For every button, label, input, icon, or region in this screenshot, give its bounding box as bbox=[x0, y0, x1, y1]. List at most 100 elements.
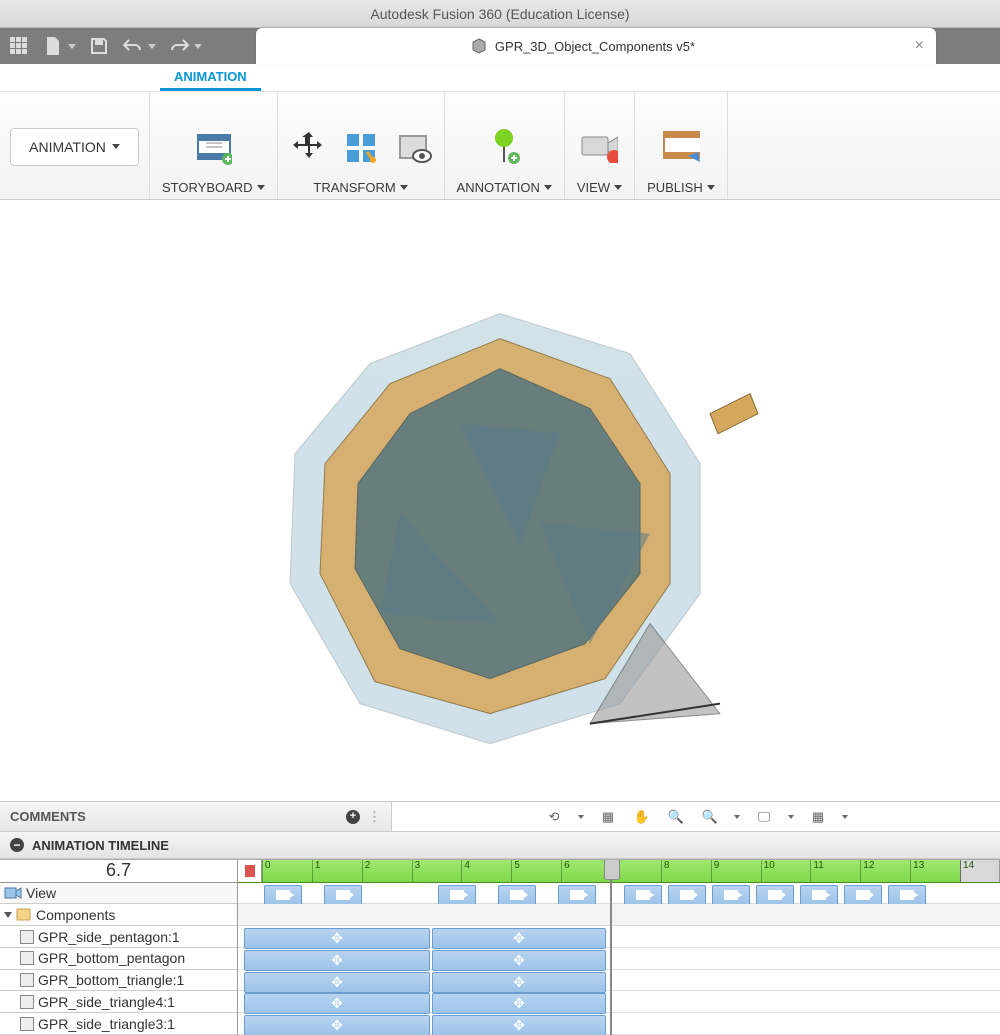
capture-view-icon[interactable] bbox=[580, 128, 618, 166]
camera-icon bbox=[336, 890, 350, 900]
panel-grip-icon[interactable]: ⋮ bbox=[368, 809, 381, 825]
view-label[interactable]: VIEW bbox=[577, 180, 622, 195]
view-track[interactable] bbox=[238, 883, 1000, 905]
view-keyframe-clip[interactable] bbox=[844, 885, 882, 906]
undo-icon[interactable] bbox=[122, 35, 144, 57]
camera-icon bbox=[680, 890, 694, 900]
zoom-window-icon[interactable]: 🔍 bbox=[700, 807, 720, 827]
body-icon bbox=[20, 951, 34, 965]
camera-icon bbox=[4, 886, 22, 900]
callout-icon[interactable] bbox=[485, 128, 523, 166]
ruler-start-marker[interactable] bbox=[238, 860, 262, 882]
apps-grid-icon[interactable] bbox=[8, 35, 30, 57]
animation-timeline: 6.7 View Components GPR_side_pentagon:1 … bbox=[0, 859, 1000, 1035]
file-icon[interactable] bbox=[42, 35, 64, 57]
transform-clip[interactable]: ✥ bbox=[244, 950, 430, 971]
ruler-tick: 2 bbox=[362, 860, 371, 882]
camera-icon bbox=[812, 890, 826, 900]
component-track[interactable]: ✥✥ bbox=[238, 991, 1000, 1013]
view-keyframe-clip[interactable] bbox=[324, 885, 362, 906]
transform-clip[interactable]: ✥ bbox=[432, 928, 606, 949]
ruler-tick: 11 bbox=[810, 860, 823, 882]
move-icon: ✥ bbox=[331, 974, 343, 991]
transform-clip[interactable]: ✥ bbox=[432, 1015, 606, 1035]
body-icon bbox=[20, 1017, 34, 1031]
viewport-navigation-bar: ⟲ ▦ ✋ 🔍 🔍 🖵 ▦ bbox=[392, 802, 1000, 831]
transform-clip[interactable]: ✥ bbox=[244, 993, 430, 1014]
ribbon-group-annotation: ANNOTATION bbox=[445, 92, 565, 199]
view-keyframe-clip[interactable] bbox=[438, 885, 476, 906]
auto-explode-icon[interactable] bbox=[342, 128, 380, 166]
save-icon[interactable] bbox=[88, 35, 110, 57]
transform-clip[interactable]: ✥ bbox=[244, 972, 430, 993]
move-icon: ✥ bbox=[513, 995, 525, 1012]
annotation-label[interactable]: ANNOTATION bbox=[457, 180, 552, 195]
file-dropdown-caret[interactable] bbox=[68, 44, 76, 49]
view-keyframe-clip[interactable] bbox=[558, 885, 596, 906]
timeline-track-row[interactable]: GPR_bottom_triangle:1 bbox=[0, 970, 237, 992]
ruler-tick: 5 bbox=[511, 860, 520, 882]
transform-clip[interactable]: ✥ bbox=[244, 928, 430, 949]
component-icon bbox=[16, 908, 32, 922]
camera-icon bbox=[636, 890, 650, 900]
transform-clip[interactable]: ✥ bbox=[432, 950, 606, 971]
transform-clip[interactable]: ✥ bbox=[244, 1015, 430, 1035]
timeline-components-label: Components bbox=[36, 907, 115, 923]
add-comment-icon[interactable]: + bbox=[346, 810, 360, 824]
timeline-view-row[interactable]: View bbox=[0, 883, 237, 905]
undo-dropdown-caret[interactable] bbox=[148, 44, 156, 49]
timeline-view-label: View bbox=[26, 885, 56, 901]
view-keyframe-clip[interactable] bbox=[668, 885, 706, 906]
display-settings-icon[interactable]: 🖵 bbox=[754, 807, 774, 827]
view-keyframe-clip[interactable] bbox=[264, 885, 302, 906]
redo-dropdown-caret[interactable] bbox=[194, 44, 202, 49]
component-track[interactable]: ✥✥ bbox=[238, 926, 1000, 948]
collapse-timeline-icon[interactable]: − bbox=[10, 838, 24, 852]
view-keyframe-clip[interactable] bbox=[624, 885, 662, 906]
timeline-components-row[interactable]: Components bbox=[0, 904, 237, 926]
expand-icon[interactable] bbox=[4, 912, 12, 918]
timeline-track-row[interactable]: GPR_side_triangle4:1 bbox=[0, 991, 237, 1013]
component-track[interactable]: ✥✥ bbox=[238, 948, 1000, 970]
orbit-icon[interactable]: ⟲ bbox=[544, 807, 564, 827]
publish-label[interactable]: PUBLISH bbox=[647, 180, 715, 195]
redo-icon[interactable] bbox=[168, 35, 190, 57]
ruler-tick: 0 bbox=[262, 860, 271, 882]
close-tab-icon[interactable]: × bbox=[915, 37, 924, 55]
storyboard-label[interactable]: STORYBOARD bbox=[162, 180, 265, 195]
timeline-track-row[interactable]: GPR_side_pentagon:1 bbox=[0, 926, 237, 948]
app-title: Autodesk Fusion 360 (Education License) bbox=[370, 6, 629, 22]
publish-video-icon[interactable] bbox=[662, 128, 700, 166]
workspace-selector-label: ANIMATION bbox=[29, 139, 106, 155]
transform-move-icon[interactable] bbox=[290, 128, 328, 166]
timeline-track-row[interactable]: GPR_side_triangle3:1 bbox=[0, 1013, 237, 1035]
component-track[interactable]: ✥✥ bbox=[238, 970, 1000, 992]
view-keyframe-clip[interactable] bbox=[800, 885, 838, 906]
look-at-icon[interactable]: ▦ bbox=[598, 807, 618, 827]
workspace-selector-button[interactable]: ANIMATION bbox=[10, 128, 139, 166]
transform-clip[interactable]: ✥ bbox=[432, 972, 606, 993]
grid-settings-icon[interactable]: ▦ bbox=[808, 807, 828, 827]
view-keyframe-clip[interactable] bbox=[498, 885, 536, 906]
camera-icon bbox=[510, 890, 524, 900]
view-keyframe-clip[interactable] bbox=[712, 885, 750, 906]
view-keyframe-clip[interactable] bbox=[756, 885, 794, 906]
show-hide-icon[interactable] bbox=[394, 128, 432, 166]
timeline-playhead[interactable] bbox=[610, 860, 612, 1035]
document-tab[interactable]: GPR_3D_Object_Components v5* × bbox=[256, 28, 936, 64]
new-storyboard-icon[interactable] bbox=[194, 128, 232, 166]
transform-clip[interactable]: ✥ bbox=[432, 993, 606, 1014]
3d-viewport[interactable] bbox=[0, 200, 1000, 801]
ruler-tick: 8 bbox=[661, 860, 670, 882]
camera-icon bbox=[900, 890, 914, 900]
timeline-track-row[interactable]: GPR_bottom_pentagon bbox=[0, 948, 237, 970]
quick-access-toolbar: GPR_3D_Object_Components v5* × bbox=[0, 28, 1000, 64]
body-icon bbox=[20, 930, 34, 944]
view-keyframe-clip[interactable] bbox=[888, 885, 926, 906]
workspace-tab-animation[interactable]: ANIMATION bbox=[160, 64, 261, 91]
pan-icon[interactable]: ✋ bbox=[632, 807, 652, 827]
component-track[interactable]: ✥✥ bbox=[238, 1013, 1000, 1035]
transform-label[interactable]: TRANSFORM bbox=[313, 180, 407, 195]
zoom-icon[interactable]: 🔍 bbox=[666, 807, 686, 827]
ruler-tick: 4 bbox=[461, 860, 470, 882]
